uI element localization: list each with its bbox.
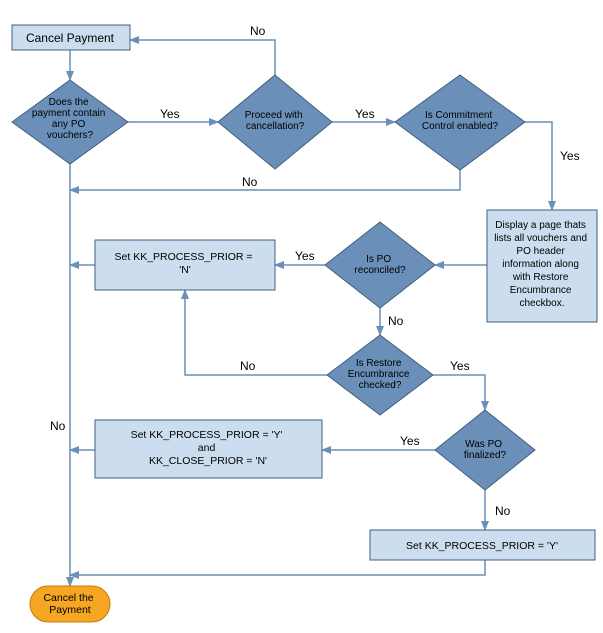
edge-label: Yes bbox=[295, 249, 315, 263]
decision-label: Is Commitment Control enabled? bbox=[422, 110, 499, 132]
process-set-prior-y: Set KK_PROCESS_PRIOR = 'Y' bbox=[370, 530, 595, 560]
edge-label: No bbox=[495, 504, 511, 518]
edge-label: No bbox=[240, 359, 256, 373]
decision-proceed: Proceed with cancellation? bbox=[218, 75, 332, 169]
edge-label: Yes bbox=[355, 107, 375, 121]
edge-label: Yes bbox=[560, 149, 580, 163]
terminator-label: Cancel the Payment bbox=[43, 592, 96, 616]
decision-label: Was PO finalized? bbox=[464, 439, 507, 461]
decision-commitment: Is Commitment Control enabled? bbox=[395, 75, 525, 170]
process-label: Set KK_PROCESS_PRIOR = 'Y' bbox=[406, 540, 558, 552]
decision-label: Proceed with cancellation? bbox=[245, 110, 306, 132]
flowchart-canvas: No Yes Yes Yes No No Yes No No Yes Yes bbox=[0, 0, 603, 633]
edge-label: No bbox=[242, 175, 258, 189]
decision-restore-encumbrance: Is Restore Encumbrance checked? bbox=[327, 335, 433, 415]
process-display-page: Display a page thats lists all vouchers … bbox=[487, 210, 597, 322]
start-label: Cancel Payment bbox=[26, 31, 115, 45]
decision-po-finalized: Was PO finalized? bbox=[435, 410, 535, 490]
start-node: Cancel Payment bbox=[12, 25, 130, 50]
edge-label: Yes bbox=[160, 107, 180, 121]
decision-po-vouchers: Does the payment contain any PO vouchers… bbox=[12, 80, 128, 164]
edge-label: Yes bbox=[450, 359, 470, 373]
edge-label: No bbox=[250, 24, 266, 38]
process-set-prior-n: Set KK_PROCESS_PRIOR = 'N' bbox=[95, 240, 275, 290]
edge-label: No bbox=[50, 419, 66, 433]
decision-po-reconciled: Is PO reconciled? bbox=[325, 222, 435, 308]
edge-label: No bbox=[388, 314, 404, 328]
edge-label: Yes bbox=[400, 434, 420, 448]
terminator-cancel-payment: Cancel the Payment bbox=[30, 586, 110, 622]
process-set-prior-y-close-n: Set KK_PROCESS_PRIOR = 'Y' and KK_CLOSE_… bbox=[95, 420, 322, 478]
